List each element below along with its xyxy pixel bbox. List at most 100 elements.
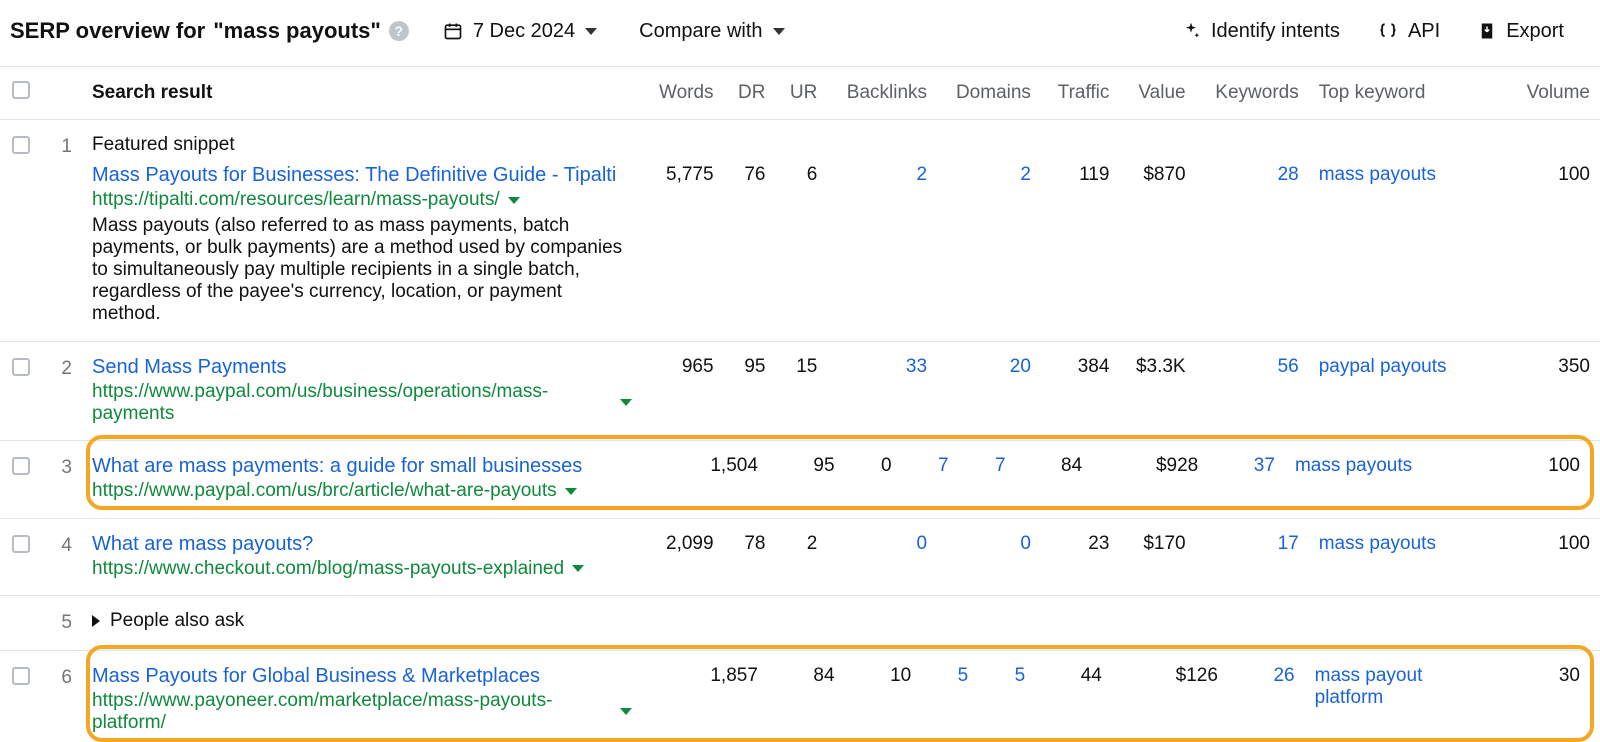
result-title[interactable]: Mass Payouts for Global Business & Marke… [92, 665, 632, 688]
cell-value: $3.3K [1119, 341, 1195, 427]
result-title[interactable]: What are mass payments: a guide for smal… [92, 455, 632, 478]
cell-domains[interactable]: 2 [937, 162, 1041, 327]
cell-volume: 100 [1485, 441, 1600, 504]
table-row: 5 People also ask [0, 596, 1600, 637]
col-domains[interactable]: Domains [937, 67, 1041, 120]
position: 1 [42, 120, 82, 163]
cell-domains[interactable]: 0 [937, 518, 1041, 582]
cell-value: $126 [1112, 651, 1228, 736]
cell-backlinks[interactable]: 5 [921, 651, 978, 736]
table-row: 4 What are mass payouts? https://www.che… [0, 518, 1600, 582]
cell-top-keyword[interactable]: paypal payouts [1309, 341, 1509, 427]
cell-words: 1,857 [642, 651, 768, 736]
cell-top-keyword[interactable]: mass payout platform [1305, 651, 1505, 736]
chevron-down-icon[interactable] [572, 565, 584, 572]
cell-traffic: 23 [1041, 518, 1119, 582]
cell-backlinks[interactable]: 7 [902, 441, 959, 504]
col-backlinks[interactable]: Backlinks [827, 67, 937, 120]
serp-table: Search result Words DR UR Backlinks Doma… [0, 66, 1600, 736]
row-checkbox[interactable] [12, 136, 30, 154]
cell-domains[interactable]: 5 [978, 651, 1035, 736]
row-checkbox[interactable] [12, 358, 30, 376]
cell-keywords[interactable]: 56 [1196, 341, 1309, 427]
result-url-text: https://www.payoneer.com/marketplace/mas… [92, 690, 612, 734]
col-dr[interactable]: DR [724, 67, 776, 120]
position: 4 [42, 518, 82, 582]
featured-snippet-label: Featured snippet [92, 134, 632, 156]
cell-ur: 0 [845, 441, 902, 504]
cell-top-keyword[interactable]: mass payouts [1309, 518, 1509, 582]
cell-traffic: 44 [1035, 651, 1112, 736]
cell-words: 2,099 [642, 518, 724, 582]
col-value[interactable]: Value [1119, 67, 1195, 120]
col-ur[interactable]: UR [775, 67, 827, 120]
cell-ur: 2 [775, 518, 827, 582]
cell-keywords[interactable]: 26 [1228, 651, 1305, 736]
table-row: 3 What are mass payments: a guide for sm… [0, 441, 1600, 505]
cell-dr: 76 [724, 162, 776, 327]
sparkle-icon [1181, 21, 1201, 41]
cell-dr: 84 [768, 651, 845, 736]
chevron-down-icon[interactable] [508, 197, 520, 204]
result-title[interactable]: Mass Payouts for Businesses: The Definit… [92, 164, 632, 187]
chevron-down-icon[interactable] [620, 708, 632, 715]
table-row: 1 Featured snippet [0, 120, 1600, 163]
col-traffic[interactable]: Traffic [1041, 67, 1119, 120]
result-url[interactable]: https://tipalti.com/resources/learn/mass… [92, 189, 632, 211]
select-all-checkbox[interactable] [12, 81, 30, 99]
cell-keywords[interactable]: 37 [1208, 441, 1285, 504]
cell-backlinks[interactable]: 33 [827, 341, 937, 427]
cell-backlinks[interactable]: 0 [827, 518, 937, 582]
row-checkbox[interactable] [12, 667, 30, 685]
cell-top-keyword[interactable]: mass payouts [1285, 441, 1485, 504]
cell-domains[interactable]: 20 [937, 341, 1041, 427]
cell-backlinks[interactable]: 2 [827, 162, 937, 327]
right-actions: Identify intents API Export [1181, 20, 1590, 43]
result-url[interactable]: https://www.payoneer.com/marketplace/mas… [92, 690, 632, 734]
export-label: Export [1506, 20, 1564, 43]
result-url-text: https://www.paypal.com/us/brc/article/wh… [92, 480, 557, 502]
date-picker[interactable]: 7 Dec 2024 [443, 20, 597, 43]
identify-intents-button[interactable]: Identify intents [1181, 20, 1340, 43]
row-checkbox[interactable] [12, 457, 30, 475]
page-title: SERP overview for "mass payouts" ? [10, 18, 409, 44]
result-title[interactable]: What are mass payouts? [92, 533, 632, 556]
date-value: 7 Dec 2024 [473, 20, 575, 43]
cell-keywords[interactable]: 28 [1196, 162, 1309, 327]
title-query: "mass payouts" [213, 18, 381, 44]
chevron-down-icon[interactable] [565, 488, 577, 495]
result-title[interactable]: Send Mass Payments [92, 356, 632, 379]
result-url[interactable]: https://www.checkout.com/blog/mass-payou… [92, 558, 632, 580]
col-search-result[interactable]: Search result [82, 67, 642, 120]
cell-domains[interactable]: 7 [959, 441, 1016, 504]
people-also-ask-toggle[interactable]: People also ask [92, 610, 632, 632]
compare-label: Compare with [639, 20, 762, 43]
cell-dr: 78 [724, 518, 776, 582]
caret-right-icon [92, 615, 100, 627]
cell-top-keyword[interactable]: mass payouts [1309, 162, 1509, 327]
help-icon[interactable]: ? [389, 21, 409, 41]
col-words[interactable]: Words [642, 67, 724, 120]
col-keywords[interactable]: Keywords [1196, 67, 1309, 120]
col-top-keyword[interactable]: Top keyword [1309, 67, 1509, 120]
result-url[interactable]: https://www.paypal.com/us/brc/article/wh… [92, 480, 632, 502]
col-volume[interactable]: Volume [1509, 67, 1600, 120]
api-button[interactable]: API [1378, 20, 1440, 43]
cell-volume: 100 [1509, 518, 1600, 582]
row-checkbox[interactable] [12, 535, 30, 553]
compare-dropdown[interactable]: Compare with [639, 20, 784, 43]
table-row: 2 Send Mass Payments https://www.paypal.… [0, 341, 1600, 427]
result-url-text: https://www.checkout.com/blog/mass-payou… [92, 558, 564, 580]
braces-icon [1378, 21, 1398, 41]
cell-dr: 95 [768, 441, 845, 504]
cell-value: $928 [1092, 441, 1208, 504]
cell-words: 965 [642, 341, 724, 427]
chevron-down-icon[interactable] [620, 399, 632, 406]
cell-keywords[interactable]: 17 [1196, 518, 1309, 582]
download-icon [1478, 21, 1496, 41]
export-button[interactable]: Export [1478, 20, 1564, 43]
result-url[interactable]: https://www.paypal.com/us/business/opera… [92, 381, 632, 425]
chevron-down-icon [773, 28, 785, 35]
position: 5 [42, 596, 82, 637]
cell-traffic: 119 [1041, 162, 1119, 327]
